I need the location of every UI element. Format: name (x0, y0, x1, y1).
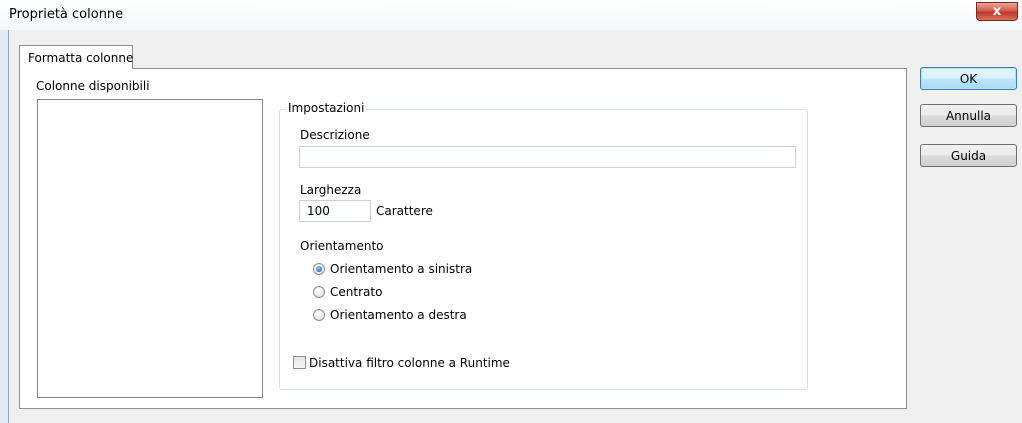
radio-button-checked[interactable] (313, 263, 325, 275)
radio-button[interactable] (313, 309, 325, 321)
close-icon: x (992, 4, 1002, 19)
width-unit-label: Carattere (376, 204, 433, 218)
cancel-button[interactable]: Annulla (920, 104, 1017, 127)
window-left-border (8, 30, 9, 423)
radio-button[interactable] (313, 286, 325, 298)
window-title: Proprietà colonne (9, 7, 124, 22)
title-bar: Proprietà colonne x (0, 0, 1022, 30)
width-input[interactable]: 100 (299, 200, 371, 222)
close-button[interactable]: x (976, 2, 1018, 21)
dialog-window: Proprietà colonne x Formatta colonne Col… (0, 0, 1022, 423)
help-button[interactable]: Guida (920, 144, 1017, 167)
radio-label: Centrato (330, 285, 383, 299)
window-left-edge (0, 30, 8, 423)
radio-label: Orientamento a destra (330, 308, 467, 322)
orientation-label: Orientamento (300, 239, 384, 253)
tab-formatta-colonne[interactable]: Formatta colonne (19, 45, 133, 69)
disable-filter-label[interactable]: Disattiva filtro colonne a Runtime (309, 356, 510, 370)
disable-filter-checkbox[interactable] (293, 356, 306, 369)
description-input[interactable] (299, 146, 796, 168)
ok-button[interactable]: OK (920, 67, 1017, 90)
available-columns-list[interactable] (37, 99, 263, 398)
width-label: Larghezza (300, 183, 362, 197)
available-columns-label: Colonne disponibili (36, 79, 150, 93)
description-label: Descrizione (300, 128, 370, 142)
settings-group-title: Impostazioni (286, 101, 367, 115)
radio-label: Orientamento a sinistra (330, 262, 473, 276)
